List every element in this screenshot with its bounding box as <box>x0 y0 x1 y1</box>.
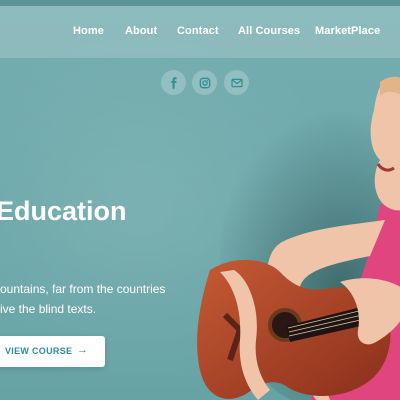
nav-about-link[interactable]: About <box>125 25 157 37</box>
nav-home-link[interactable]: Home <box>73 25 104 37</box>
nav-marketplace-link[interactable]: MarketPlace <box>315 25 380 37</box>
main-navbar: Home About Contact All Courses MarketPla… <box>0 6 400 58</box>
facebook-button[interactable] <box>161 70 186 95</box>
nav-contact-link[interactable]: Contact <box>177 25 219 37</box>
facebook-icon <box>170 76 177 89</box>
hero-title: Education <box>0 196 127 226</box>
girl-playing-guitar-image <box>197 76 400 400</box>
hero-text-line-2: ive the blind texts. <box>0 302 97 316</box>
view-course-button[interactable]: VIEW COURSE → <box>0 336 105 367</box>
hero-page: Home About Contact All Courses MarketPla… <box>0 0 400 400</box>
hero-text-line-1: ountains, far from the countries <box>0 282 166 296</box>
arrow-right-icon: → <box>77 344 88 356</box>
view-course-label: VIEW COURSE <box>5 346 73 356</box>
nav-all-courses-link[interactable]: All Courses <box>238 25 300 37</box>
